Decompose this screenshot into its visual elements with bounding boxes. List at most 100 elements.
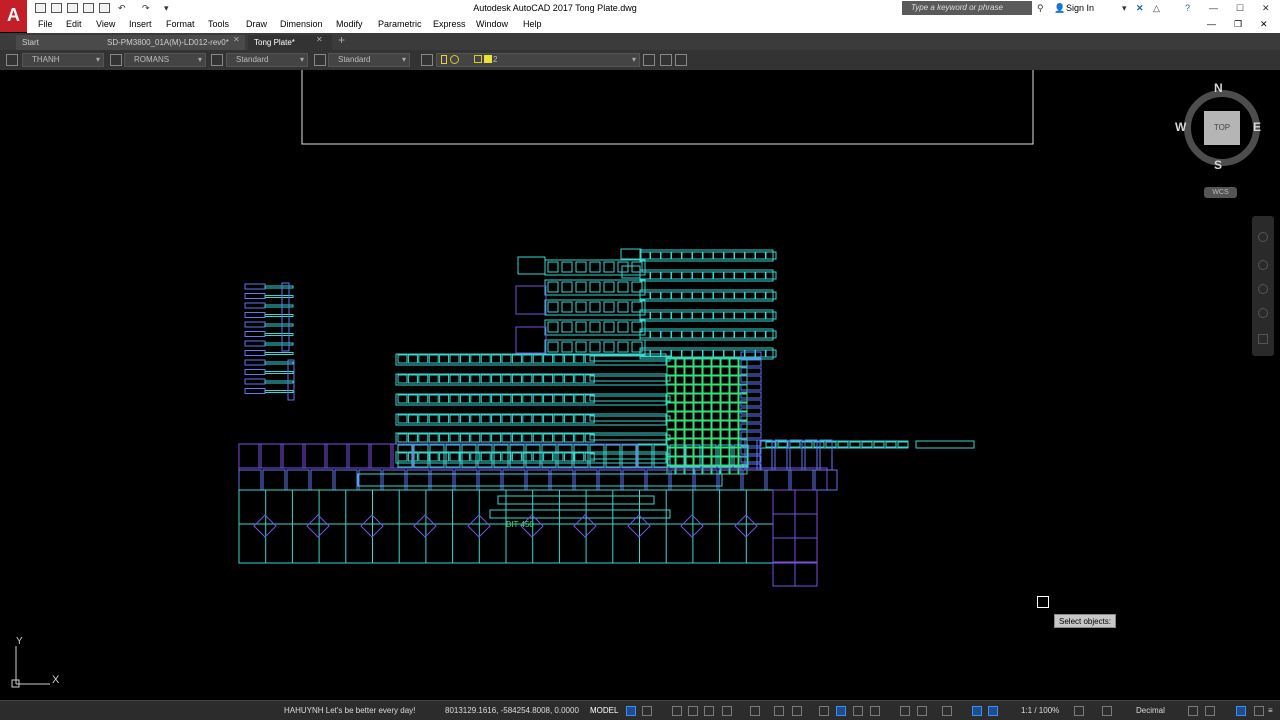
grid-cell[interactable] [729,420,739,430]
user-icon[interactable]: 👤 [1054,3,1065,14]
strip-cell[interactable] [449,394,460,404]
strip-cell[interactable] [407,354,418,364]
thin-bar[interactable] [589,434,671,441]
chain-segment[interactable] [723,251,735,260]
notch[interactable] [547,341,559,353]
strip-cell[interactable] [501,374,512,384]
grid-cell[interactable] [702,384,712,394]
right-column-cell[interactable] [794,489,818,515]
compass-north[interactable]: N [1214,81,1223,95]
compass-west[interactable]: W [1175,120,1186,134]
grid-cell[interactable] [720,375,730,385]
chain-segment[interactable] [692,291,703,300]
chain-segment[interactable] [744,251,756,260]
mid-band-cell[interactable] [478,469,502,491]
mid-band-cell[interactable] [526,469,550,491]
notch[interactable] [561,341,573,353]
chain-segment[interactable] [765,330,777,339]
small-part[interactable] [244,359,266,366]
grid-cell[interactable] [693,375,703,385]
grid-cell[interactable] [702,402,712,412]
mid-band-cell[interactable] [310,469,334,491]
grid-cell[interactable] [729,429,739,439]
drawing-canvas[interactable]: BIT 450 [0,70,1280,700]
strip-cell[interactable] [532,433,543,443]
grid-cell[interactable] [675,438,685,448]
chain-segment[interactable] [755,330,766,339]
square-cell[interactable] [238,443,260,469]
isometric-icon[interactable] [750,706,760,716]
small-part[interactable] [244,350,266,356]
grid-cell[interactable] [666,420,676,430]
exchange-apps-icon[interactable]: ✕ [1136,3,1144,14]
menu-close-icon[interactable]: ✕ [1260,19,1268,30]
mid-band-cell[interactable] [382,469,406,491]
small-part-bar[interactable] [264,371,294,374]
mid-band-cell[interactable] [430,469,454,491]
chain-segment[interactable] [702,330,714,339]
grid-cell[interactable] [702,429,712,439]
grid-cell[interactable] [711,384,721,394]
grid-cell[interactable] [675,447,685,457]
chain-segment[interactable] [702,251,714,260]
chain-segment[interactable] [660,291,672,300]
chain-segment[interactable] [681,330,693,339]
menu-help[interactable]: Help [523,19,542,29]
thin-bar[interactable] [589,453,671,460]
chain-segment[interactable] [765,311,777,320]
grid-cell[interactable] [702,411,712,421]
small-part-bar[interactable] [264,352,294,355]
square-cell[interactable] [621,444,637,468]
model-space-button[interactable]: MODEL [590,706,618,715]
viewcube[interactable]: TOP N S E W [1175,80,1264,180]
binoculars-icon[interactable]: ⚲ [1037,3,1044,14]
strip-cell[interactable] [522,414,533,424]
grid-cell[interactable] [666,375,676,385]
strip-cell[interactable] [418,433,429,443]
side-cell[interactable] [740,367,762,375]
grid-cell[interactable] [693,420,703,430]
strip-cell[interactable] [532,354,543,364]
strip-cell[interactable] [418,354,429,364]
chain-segment[interactable] [744,349,756,358]
grid-cell[interactable] [738,429,748,439]
customization-menu-icon[interactable]: ≡ [1268,706,1273,715]
annotation-monitor-icon[interactable] [1102,706,1112,716]
grid-cell[interactable] [711,420,721,430]
mid-band-cell[interactable] [238,469,262,491]
chain-segment[interactable] [713,349,724,358]
tab-start[interactable]: Start [16,35,102,50]
small-part[interactable] [244,283,266,290]
notch[interactable] [547,321,559,333]
grid-cell[interactable] [684,402,694,412]
strip-cell[interactable] [491,394,502,404]
grid-cell[interactable] [720,438,730,448]
strip-cell[interactable] [553,374,564,384]
square-cell[interactable] [260,443,282,469]
quick-access-dropdown-icon[interactable]: ▾ [164,3,169,14]
chain-segment[interactable] [671,311,682,320]
notch[interactable] [617,281,629,293]
strip-cell[interactable] [428,374,439,384]
chain-segment[interactable] [692,311,703,320]
sign-in-button[interactable]: Sign In [1066,3,1094,13]
dynamic-input-icon[interactable] [688,706,698,716]
mid-band-cell[interactable] [550,469,574,491]
new-file-icon[interactable] [35,3,46,13]
chain-segment[interactable] [755,311,766,320]
grid-cell[interactable] [693,447,703,457]
grid-cell[interactable] [711,375,721,385]
chain-segment[interactable] [702,271,714,280]
coordinates-readout[interactable]: 8013129.1616, -584254.8008, 0.0000 [445,706,579,715]
strip-cell[interactable] [543,374,554,384]
pan-icon[interactable] [1258,260,1268,270]
notch[interactable] [589,341,601,353]
strip-cell[interactable] [470,433,481,443]
menu-file[interactable]: File [38,19,53,29]
small-part-bar[interactable] [264,380,294,384]
notch[interactable] [603,281,615,293]
mid-band-cell[interactable] [766,469,790,491]
grid-cell[interactable] [702,366,712,376]
print-icon[interactable] [99,3,110,13]
notch[interactable] [617,301,629,313]
